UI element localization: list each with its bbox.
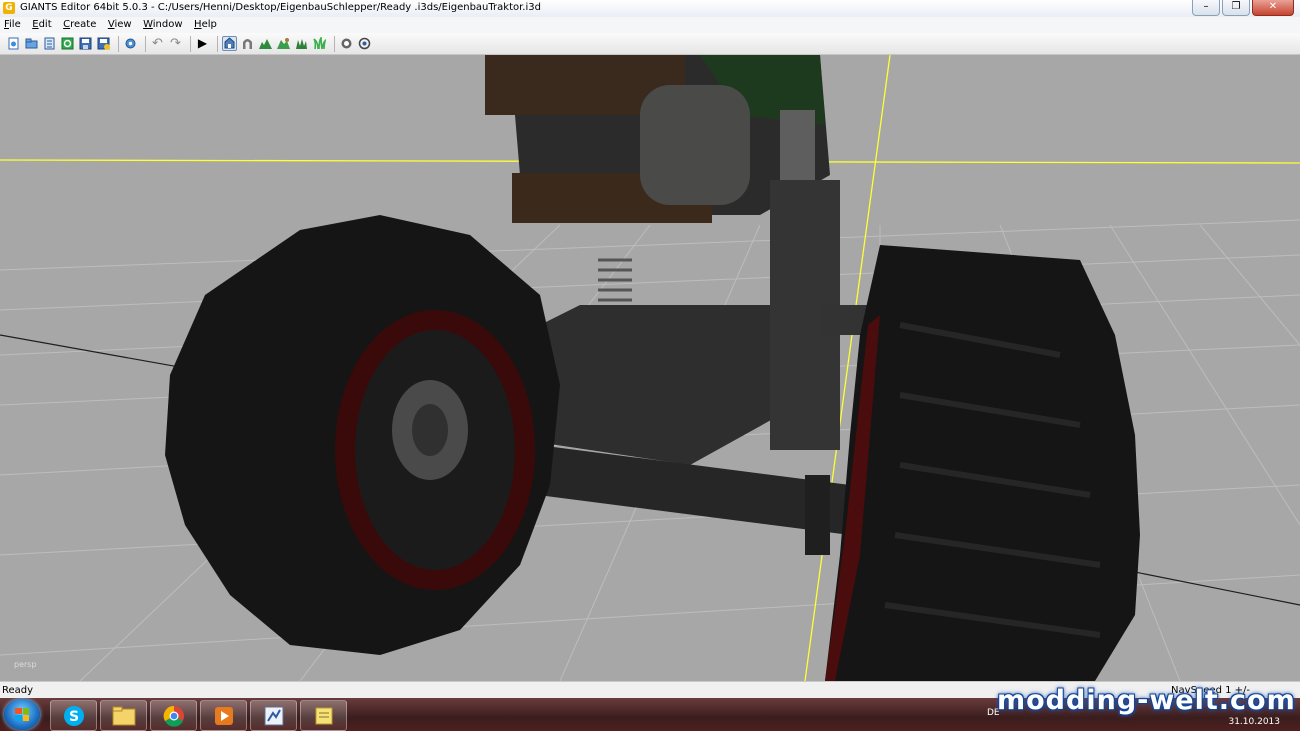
status-text: Ready xyxy=(2,685,34,696)
menu-bar: File Edit Create View Window Help xyxy=(0,17,1300,33)
menu-view[interactable]: View xyxy=(104,17,136,33)
refresh-icon[interactable] xyxy=(60,36,75,51)
redo-icon[interactable]: ↷ xyxy=(168,36,183,51)
toolbar-separator xyxy=(145,35,146,52)
settings-icon[interactable] xyxy=(123,36,138,51)
toolbar-separator xyxy=(217,35,218,52)
import-icon[interactable] xyxy=(42,36,57,51)
svg-text:S: S xyxy=(68,709,78,725)
window-title: GIANTS Editor 64bit 5.0.3 - C:/Users/Hen… xyxy=(20,2,541,13)
toolbar-separator xyxy=(118,35,119,52)
title-bar: G GIANTS Editor 64bit 5.0.3 - C:/Users/H… xyxy=(0,0,1300,18)
right-wheel xyxy=(825,245,1140,681)
menu-file[interactable]: File xyxy=(0,17,25,33)
watermark-logo: modding-welt.com xyxy=(997,685,1296,716)
menu-edit[interactable]: Edit xyxy=(28,17,55,33)
undo-icon[interactable]: ↶ xyxy=(150,36,165,51)
tractor-model xyxy=(165,55,1140,681)
file-explorer-icon[interactable] xyxy=(100,700,147,731)
foliage-paint-icon[interactable] xyxy=(294,36,309,51)
toolbar-separator xyxy=(190,35,191,52)
minimize-button[interactable]: – xyxy=(1192,0,1220,16)
foliage-grass-icon[interactable] xyxy=(312,36,327,51)
new-scene-icon[interactable] xyxy=(6,36,21,51)
wireframe-toggle-icon[interactable] xyxy=(357,36,372,51)
windows-logo-icon xyxy=(15,708,29,721)
open-icon[interactable] xyxy=(24,36,39,51)
3d-viewport[interactable]: persp xyxy=(0,55,1300,681)
scene-render xyxy=(0,55,1300,681)
camera-label: persp xyxy=(14,660,37,669)
save-icon[interactable] xyxy=(78,36,93,51)
menu-window[interactable]: Window xyxy=(139,17,186,33)
toolbar-separator xyxy=(334,35,335,52)
media-player-icon[interactable] xyxy=(200,700,247,731)
play-icon[interactable]: ▶ xyxy=(195,36,210,51)
terrain-sculpt-icon[interactable] xyxy=(258,36,273,51)
close-button[interactable]: ✕ xyxy=(1252,0,1294,16)
move-mode-icon[interactable] xyxy=(240,36,255,51)
save-as-icon[interactable] xyxy=(96,36,111,51)
menu-help[interactable]: Help xyxy=(190,17,221,33)
terrain-paint-icon[interactable] xyxy=(276,36,291,51)
skype-icon[interactable]: S xyxy=(50,700,97,731)
notes-icon[interactable] xyxy=(300,700,347,731)
left-wheel xyxy=(165,215,560,655)
maximize-button[interactable]: ❐ xyxy=(1222,0,1250,16)
giants-app-icon: G xyxy=(3,2,15,14)
menu-create[interactable]: Create xyxy=(59,17,100,33)
select-mode-icon[interactable] xyxy=(222,36,237,51)
render-toggle-icon[interactable] xyxy=(339,36,354,51)
start-button[interactable] xyxy=(4,699,40,730)
tray-date[interactable]: 31.10.2013 xyxy=(1228,717,1280,727)
chrome-icon[interactable] xyxy=(150,700,197,731)
giants-editor-icon[interactable] xyxy=(250,700,297,731)
toolbar: ↶ ↷ ▶ xyxy=(0,33,1300,55)
